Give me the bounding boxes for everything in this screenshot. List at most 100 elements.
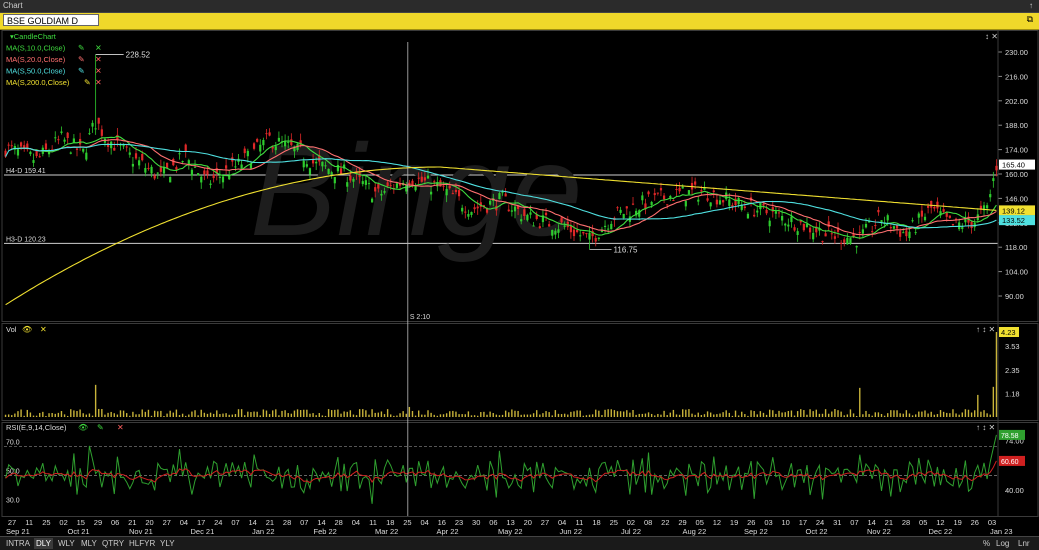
candle-body [774,211,778,214]
candle-body [908,231,911,239]
candle-body [128,152,131,155]
candle-body [687,190,691,195]
candle-body [346,182,349,187]
candle-body [175,167,178,170]
maximize-icon[interactable]: ↑ [1029,0,1033,12]
candle-body [423,177,426,181]
candle-body [765,209,768,214]
candle-body [560,217,563,223]
percent-scale-button[interactable]: % [983,538,990,549]
candle-body [364,180,367,185]
x-axis-day-label: 07 [300,518,308,527]
candle-body [451,193,454,195]
candle-body [473,207,476,210]
candle-body [336,164,340,172]
candle-body [476,206,479,209]
candle-body [252,143,256,149]
rsi-label: RSI(E,9,14,Close) [6,423,67,432]
rsi-badge-label: 60.60 [1001,459,1019,466]
candle-body [951,223,955,226]
chart-area[interactable]: H4-D 159.41H3-D 120.23 BingeS 2:10228.521… [0,30,1039,536]
log-scale-button[interactable]: Log [996,538,1009,549]
candle-body [35,150,38,157]
candle-body [181,160,184,163]
candle-body [209,183,212,185]
candle-body [641,195,644,201]
restore-window-icon[interactable]: ⧉ [1027,14,1033,25]
candle-body [827,221,830,227]
pane-expand-icon: ↑ ↕ ✕ [976,423,995,432]
indicator-label-0: ▾CandleChart [10,32,57,41]
price-axis-label: 202.00 [1005,97,1028,106]
candle-body [333,177,336,184]
timeframe-yearly-button[interactable]: YLY [158,538,177,549]
x-axis-day-label: 19 [953,518,961,527]
x-axis-day-label: 11 [369,518,377,527]
pane-expand-icon: ↕ ✕ [985,32,998,41]
candle-body [91,122,94,127]
remove-indicator-icon: ✕ [40,325,47,334]
timeframe-daily-button[interactable]: DLY [34,538,53,549]
x-axis-day-label: 21 [885,518,893,527]
x-axis-day-label: 12 [936,518,944,527]
candle-body [150,166,153,174]
x-axis-month-label: Oct 22 [806,527,828,536]
candle-body [16,149,20,156]
candle-body [927,205,930,208]
linear-scale-button[interactable]: Lnr [1018,538,1030,549]
candle-body [32,160,35,163]
timeframe-quarterly-button[interactable]: QTRY [100,538,126,549]
edit-pencil-icon: ✎ [84,78,91,87]
timeframe-weekly-button[interactable]: WLY [56,538,77,549]
x-axis-day-label: 26 [971,518,979,527]
candle-body [572,229,576,237]
candle-body [523,209,526,217]
candle-body [206,170,209,175]
candle-body [63,139,66,142]
candle-body [234,166,237,168]
candle-body [467,213,470,217]
candle-body [221,176,225,183]
candle-body [812,232,815,240]
candle-body [54,137,57,139]
candle-body [138,160,141,166]
candle-body [507,209,510,212]
candle-body [746,213,750,219]
candle-body [548,224,551,227]
candle-body [790,216,793,223]
high-annotation-label: 228.52 [126,51,151,60]
candle-body [846,237,849,245]
candle-body [753,214,756,217]
candle-body [653,193,656,196]
candle-body [871,231,874,233]
candle-body [520,219,523,222]
price-axis-label: 118.00 [1005,243,1027,252]
candle-body [224,165,228,169]
candle-body [914,232,917,234]
candle-body [995,165,998,171]
candle-body [526,214,529,221]
candle-body [631,203,635,205]
candle-body [700,190,703,192]
timeframe-intra-button[interactable]: INTRA [4,538,32,549]
symbol-input[interactable]: BSE GOLDIAM D [3,14,99,26]
candle-body [759,202,762,210]
volume-axis-label: 3.53 [1005,342,1020,351]
x-axis-month-label: Jan 22 [252,527,275,536]
timeframe-halfyear-button[interactable]: HLFYR [127,538,157,549]
volume-axis-label: 2.35 [1005,366,1020,375]
candle-body [203,170,206,175]
candle-body [82,148,85,152]
candle-body [265,133,268,135]
candle-body [684,200,687,207]
price-axis-label: 146.00 [1005,194,1028,203]
x-axis-day-label: 27 [541,518,549,527]
candle-body [377,184,380,189]
eye-icon: 👁 [78,423,88,432]
volume-label: Vol [6,325,17,334]
timeframe-monthly-button[interactable]: MLY [79,538,99,549]
candle-body [877,209,880,213]
x-axis-day-label: 21 [266,518,274,527]
candle-body [23,145,26,148]
x-axis-day-label: 29 [94,518,102,527]
